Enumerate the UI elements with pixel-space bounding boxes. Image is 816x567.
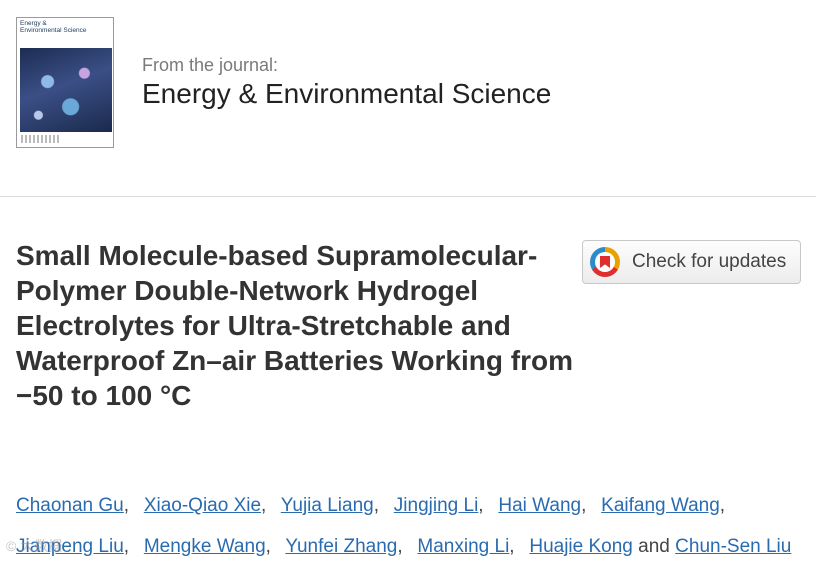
author-link[interactable]: Hai Wang: [498, 495, 581, 516]
author-separator: ,: [478, 495, 484, 516]
author-link[interactable]: Huajie Kong: [529, 536, 633, 557]
cover-artwork: [20, 48, 112, 132]
author-link[interactable]: Manxing Li: [417, 536, 509, 557]
author-link[interactable]: Kaifang Wang: [601, 495, 720, 516]
author-separator: ,: [261, 495, 267, 516]
author-separator: ,: [265, 536, 271, 557]
author-separator: ,: [581, 495, 587, 516]
cover-swirl-graphic: [87, 18, 113, 44]
article-title: Small Molecule-based Supramolecular-Poly…: [16, 240, 573, 411]
author-list: Chaonan Gu, Xiao-Qiao Xie, Yujia Liang, …: [16, 485, 806, 567]
journal-cover-image[interactable]: Energy & Environmental Science: [16, 17, 114, 148]
check-for-updates-button[interactable]: Check for updates: [582, 240, 801, 284]
author-separator: ,: [373, 495, 380, 516]
author-separator: ,: [719, 495, 726, 516]
author-link[interactable]: Mengke Wang: [144, 536, 266, 557]
cover-publisher-mark: [21, 135, 61, 143]
author-separator: ,: [397, 536, 403, 557]
author-link[interactable]: Yujia Liang: [281, 495, 374, 516]
author-link[interactable]: Chaonan Gu: [16, 495, 124, 516]
header-divider: [0, 196, 816, 197]
author-separator: ,: [509, 536, 515, 557]
check-for-updates-label: Check for updates: [632, 251, 787, 272]
author-link[interactable]: Jingjing Li: [394, 495, 479, 516]
author-separator: ,: [123, 495, 130, 516]
author-conjunction: and: [638, 536, 670, 557]
watermark: © 大数据: [6, 538, 63, 554]
author-link[interactable]: Chun-Sen Liu: [675, 536, 791, 557]
journal-label: From the journal:: [142, 55, 279, 75]
cover-title: Energy & Environmental Science: [20, 20, 87, 34]
author-link[interactable]: Yunfei Zhang: [285, 536, 397, 557]
author-separator: ,: [123, 536, 130, 557]
check-for-updates-icon: [590, 247, 620, 277]
author-link[interactable]: Xiao-Qiao Xie: [144, 495, 261, 516]
journal-name-link[interactable]: Energy & Environmental Science: [142, 78, 551, 110]
